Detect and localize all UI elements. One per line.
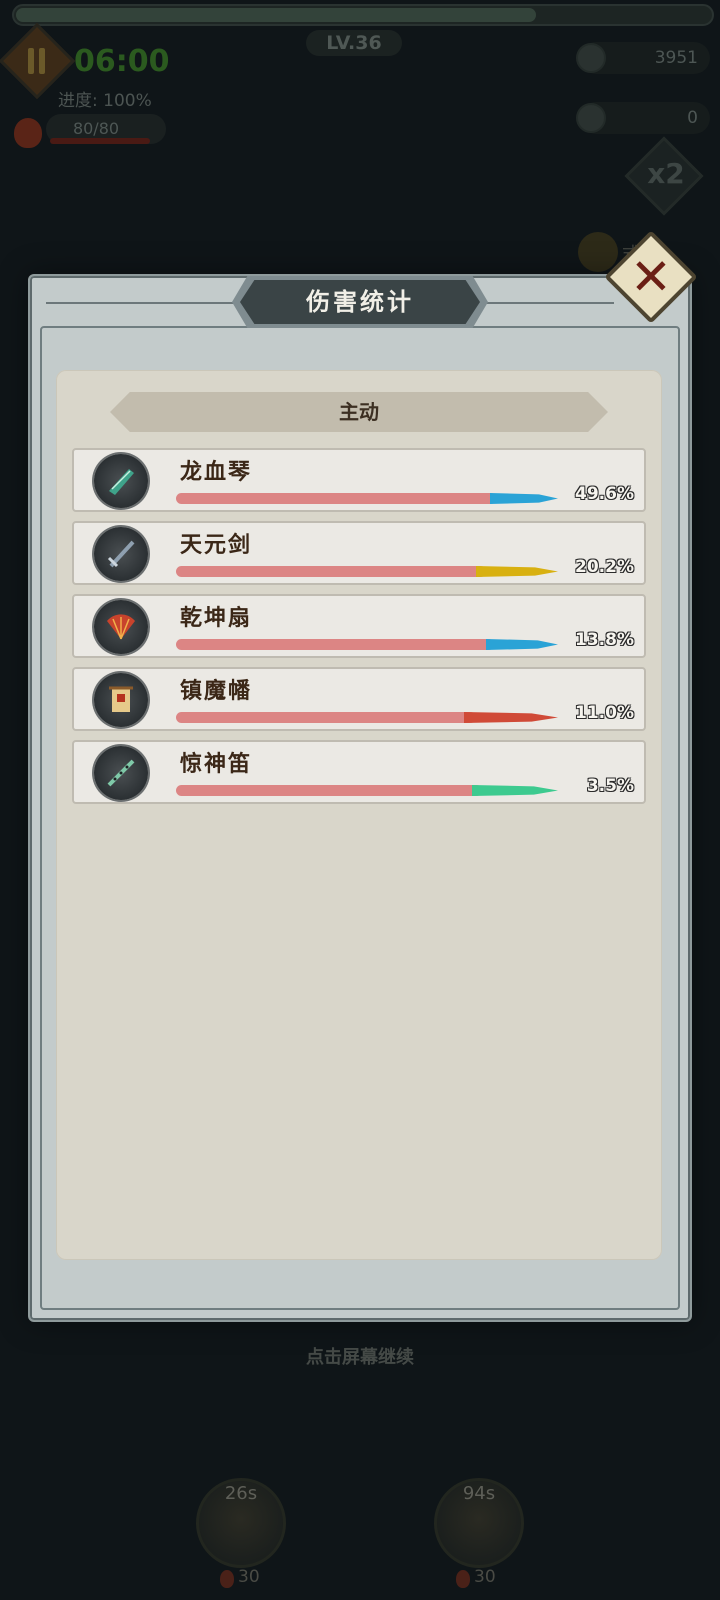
weapon-name: 天元剑 (180, 532, 253, 558)
damage-bar (176, 638, 558, 650)
qin-instrument-icon (94, 454, 148, 508)
damage-percent: 3.5% (586, 776, 634, 796)
flame-icon (456, 1570, 470, 1588)
fan-icon (94, 600, 148, 654)
damage-bar-tip (472, 785, 558, 796)
hp-text: 80/80 (72, 119, 120, 138)
damage-percent: 11.0% (575, 703, 634, 723)
coin-icon (576, 43, 606, 73)
checkmark-icon[interactable] (578, 232, 618, 272)
damage-bar-fill (176, 493, 496, 504)
damage-bar-tip (464, 712, 558, 723)
weapon-name: 惊神笛 (180, 751, 253, 777)
damage-bar (176, 711, 558, 723)
title-divider-left (46, 302, 236, 304)
flame-icon (14, 118, 42, 148)
damage-percent: 13.8% (575, 630, 634, 650)
flute-icon (94, 746, 148, 800)
flame-icon (220, 1570, 234, 1588)
damage-row: 乾坤扇 13.8% (72, 594, 646, 658)
banner-icon (94, 673, 148, 727)
gem-icon (576, 103, 606, 133)
level-label: LV.36 (306, 30, 402, 56)
damage-bar (176, 565, 558, 577)
damage-bar (176, 492, 558, 504)
speed-label: x2 (647, 157, 685, 190)
panel-title: 伤害统计 (306, 287, 414, 316)
skill-2-cooldown: 94s (462, 1483, 496, 1504)
progress-text: 进度: 100% (58, 91, 152, 111)
damage-row: 天元剑 20.2% (72, 521, 646, 585)
damage-bar-tip (490, 493, 558, 504)
damage-bar (176, 784, 558, 796)
damage-row: 惊神笛 3.5% (72, 740, 646, 804)
resource-value-1: 3951 (654, 48, 698, 68)
weapon-name: 乾坤扇 (180, 605, 253, 631)
pause-icon (28, 48, 46, 74)
weapon-name: 龙血琴 (180, 459, 253, 485)
damage-bar-fill (176, 785, 482, 796)
weapon-name: 镇魔幡 (180, 678, 253, 704)
skill-1-cost: 30 (238, 1567, 260, 1587)
section-title: 主动 (339, 400, 379, 424)
experience-bar (12, 4, 714, 26)
skill-2-cost: 30 (474, 1567, 496, 1587)
damage-row: 镇魔幡 11.0% (72, 667, 646, 731)
damage-bar-tip (486, 639, 558, 650)
damage-percent: 20.2% (575, 557, 634, 577)
timer: 06:00 (74, 44, 170, 79)
title-divider-right (484, 302, 614, 304)
damage-bar-fill (176, 712, 476, 723)
skill-1-cooldown: 26s (224, 1483, 258, 1504)
resource-value-2: 0 (687, 108, 698, 128)
damage-bar-fill (176, 566, 486, 577)
damage-row: 龙血琴 49.6% (72, 448, 646, 512)
close-x-icon[interactable]: ✕ (618, 244, 684, 310)
experience-bar-fill (16, 8, 536, 22)
damage-bar-fill (176, 639, 494, 650)
damage-bar-tip (476, 566, 558, 577)
continue-hint[interactable]: 点击屏幕继续 (0, 1343, 720, 1369)
damage-percent: 49.6% (575, 484, 634, 504)
sword-icon (94, 527, 148, 581)
